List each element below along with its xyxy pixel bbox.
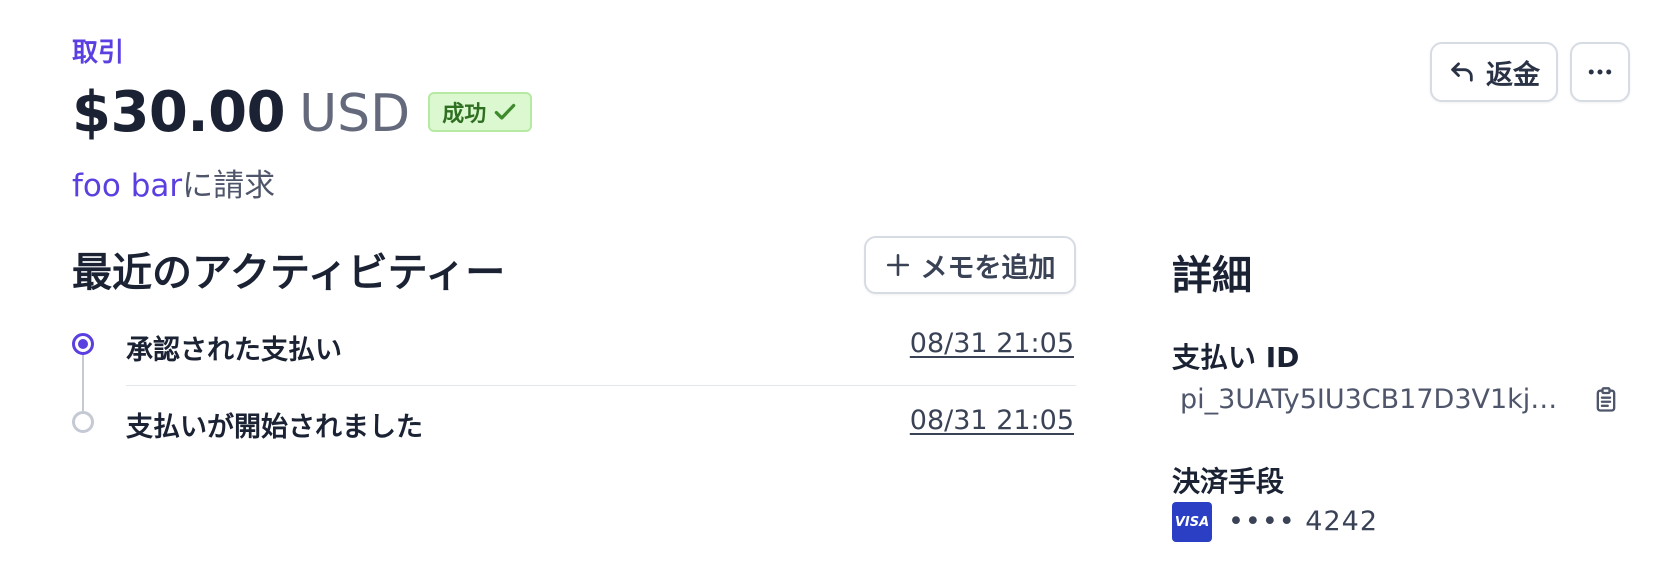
- payment-currency: USD: [299, 84, 411, 144]
- payment-amount: $30.00: [72, 80, 286, 145]
- breadcrumb[interactable]: 取引: [72, 32, 124, 69]
- payment-id-value: pi_3UATy5IU3CB17D3V1kjW...: [1180, 384, 1570, 415]
- refund-arrow-icon: [1451, 62, 1473, 82]
- more-button[interactable]: [1570, 42, 1630, 102]
- payment-id-label: 支払い ID: [1172, 341, 1300, 374]
- activity-event-time[interactable]: 08/31 21:05: [910, 405, 1074, 436]
- visa-card-icon: VISA: [1172, 502, 1212, 542]
- timeline-dot: [72, 411, 94, 433]
- more-icon: [1588, 69, 1612, 75]
- customer-link[interactable]: foo bar: [72, 168, 182, 204]
- charged-suffix: に請求: [182, 168, 276, 204]
- plus-icon: [886, 253, 909, 277]
- timeline-line: [82, 354, 84, 412]
- payment-method-label: 決済手段: [1172, 465, 1285, 498]
- card-number: •••• 4242: [1228, 506, 1378, 537]
- add-memo-label: メモを追加: [920, 252, 1056, 284]
- activity-event-text: 支払いが開始されました: [126, 412, 423, 443]
- check-icon: [494, 103, 516, 120]
- details-title: 詳細: [1172, 253, 1252, 299]
- activity-title: 最近のアクティビティー: [72, 250, 506, 296]
- clipboard-icon[interactable]: [1592, 386, 1620, 414]
- refund-button[interactable]: 返金: [1430, 42, 1558, 102]
- activity-event-time[interactable]: 08/31 21:05: [910, 328, 1074, 359]
- refund-label: 返金: [1486, 59, 1540, 91]
- activity-divider: [126, 385, 1076, 386]
- amount-row: $30.00 USD 成功: [72, 80, 533, 145]
- add-memo-button[interactable]: メモを追加: [864, 236, 1076, 294]
- status-badge: 成功: [428, 92, 533, 132]
- charged-to: foo barに請求: [72, 160, 275, 205]
- activity-event-text: 承認された支払い: [126, 335, 342, 366]
- timeline-dot-active: [72, 333, 94, 355]
- status-label: 成功: [442, 102, 487, 127]
